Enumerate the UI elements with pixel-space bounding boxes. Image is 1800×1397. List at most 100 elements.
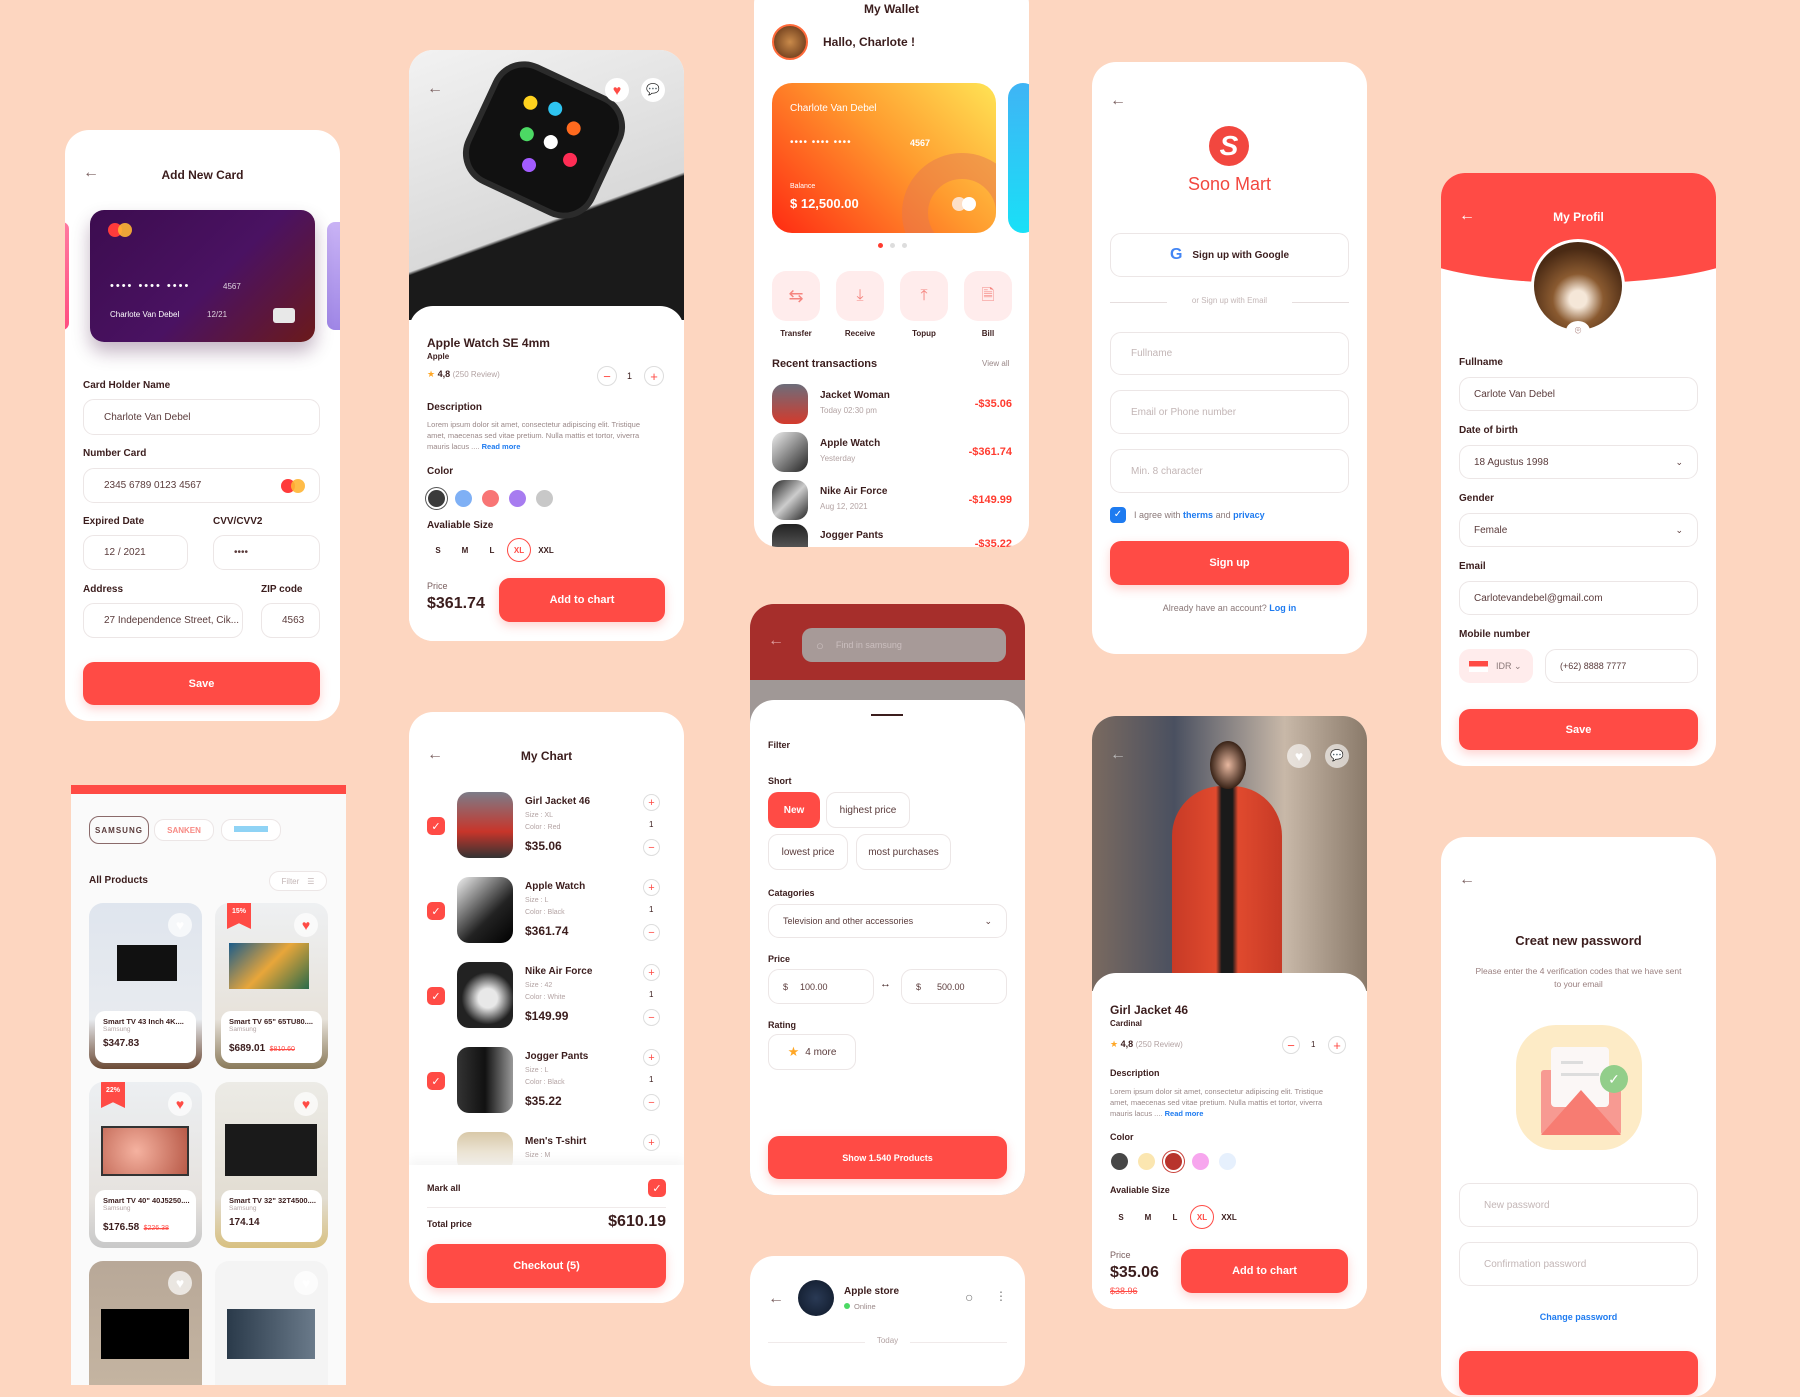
action-transfer[interactable]: ⇆ Transfer	[772, 271, 820, 343]
view-all-link[interactable]: View all	[982, 359, 1009, 368]
privacy-link[interactable]: privacy	[1233, 510, 1265, 520]
zip-input[interactable]: 4563	[261, 603, 320, 638]
login-link[interactable]: Log in	[1269, 603, 1296, 613]
number-input[interactable]: 2345 6789 0123 4567	[83, 468, 320, 503]
decrease-button[interactable]: −	[1282, 1036, 1300, 1054]
checkout-button[interactable]: Checkout (5)	[427, 1244, 666, 1288]
decrease-button[interactable]: −	[643, 1009, 660, 1026]
color-swatch[interactable]	[509, 490, 526, 507]
color-swatch[interactable]	[455, 490, 472, 507]
increase-button[interactable]: +	[644, 366, 664, 386]
item-checkbox[interactable]: ✓	[427, 1072, 445, 1090]
decrease-button[interactable]: −	[643, 924, 660, 941]
increase-button[interactable]: +	[643, 879, 660, 896]
filter-button[interactable]: Filter ☰	[269, 871, 327, 891]
action-bill[interactable]: 🗎 Bill	[964, 271, 1012, 343]
back-arrow-icon[interactable]: ←	[768, 1290, 784, 1308]
heart-outline-icon[interactable]: ♥	[294, 1271, 318, 1295]
color-swatch[interactable]	[428, 490, 445, 507]
mark-all-checkbox[interactable]: ✓	[648, 1179, 666, 1197]
cvv-input[interactable]: ••••	[213, 535, 320, 570]
heart-icon[interactable]: ♥	[168, 1092, 192, 1116]
min-price-input[interactable]: $100.00	[768, 969, 874, 1004]
credit-card[interactable]: •••• •••• •••• 4567 Charlote Van Debel 1…	[90, 210, 315, 342]
transaction-row[interactable]: Nike Air Force Aug 12, 2021 -$149.99	[772, 480, 1012, 520]
show-products-button[interactable]: Show 1.540 Products	[768, 1136, 1007, 1179]
sort-option-selected[interactable]: New	[768, 792, 820, 828]
email-input[interactable]: Carlotevandebel@gmail.com	[1459, 581, 1698, 615]
heart-icon[interactable]: ♥	[1287, 744, 1311, 768]
store-avatar[interactable]	[798, 1280, 834, 1316]
heart-outline-icon[interactable]: ♥	[168, 1271, 192, 1295]
item-checkbox[interactable]: ✓	[427, 902, 445, 920]
transaction-row[interactable]: Apple Watch Yesterday -$361.74	[772, 432, 1012, 472]
transaction-row[interactable]: Jogger Pants -$35.22	[772, 524, 1012, 547]
confirm-password-input[interactable]: Confirmation password	[1459, 1242, 1698, 1286]
size-option[interactable]: L	[480, 538, 504, 562]
size-option[interactable]: L	[1163, 1205, 1187, 1229]
add-to-cart-button[interactable]: Add to chart	[499, 578, 665, 622]
save-button[interactable]: Save	[83, 662, 320, 705]
avatar[interactable]	[772, 24, 808, 60]
product-card[interactable]: ♥	[89, 1261, 202, 1385]
dob-select[interactable]: 18 Agustus 1998 ⌄	[1459, 445, 1698, 479]
back-arrow-icon[interactable]: ←	[1110, 92, 1126, 110]
heart-icon[interactable]: ♥	[294, 913, 318, 937]
search-icon[interactable]: ○	[965, 1289, 973, 1305]
color-swatch-selected[interactable]	[1165, 1153, 1182, 1170]
change-password-link[interactable]: Change password	[1441, 1312, 1716, 1322]
chat-icon[interactable]: 💬	[1325, 744, 1349, 768]
back-arrow-icon[interactable]: ←	[1459, 871, 1475, 889]
increase-button[interactable]: +	[643, 1134, 660, 1151]
new-password-input[interactable]: New password	[1459, 1183, 1698, 1227]
search-input[interactable]: ○ Find in samsung	[802, 628, 1006, 662]
item-checkbox[interactable]: ✓	[427, 817, 445, 835]
agree-checkbox[interactable]: ✓	[1110, 507, 1126, 523]
read-more-link[interactable]: Read more	[1165, 1109, 1204, 1118]
heart-icon[interactable]: ♥	[294, 1092, 318, 1116]
brand-tab-sanken[interactable]: SANKEN	[154, 819, 214, 841]
camera-icon[interactable]: ⌾	[1566, 321, 1590, 341]
sort-option[interactable]: most purchases	[856, 834, 951, 870]
rating-option[interactable]: ★ 4 more	[768, 1034, 856, 1070]
read-more-link[interactable]: Read more	[482, 442, 521, 451]
balance-card[interactable]: Charlote Van Debel •••• •••• •••• 4567 B…	[772, 83, 996, 233]
action-topup[interactable]: ⤒ Topup	[900, 271, 948, 343]
color-swatch[interactable]	[1219, 1153, 1236, 1170]
back-arrow-icon[interactable]: ←	[1110, 746, 1126, 764]
signup-button[interactable]: Sign up	[1110, 541, 1349, 585]
gender-select[interactable]: Female ⌄	[1459, 513, 1698, 547]
product-card[interactable]: ♥ Smart TV 43 Inch 4K.... Samsung $347.83	[89, 903, 202, 1069]
product-card[interactable]: ♥ Smart TV 32" 32T4500.... Samsung 174.14	[215, 1082, 328, 1248]
back-arrow-icon[interactable]: ←	[768, 632, 784, 650]
size-option-selected[interactable]: XL	[1190, 1205, 1214, 1229]
size-option[interactable]: M	[1136, 1205, 1160, 1229]
color-swatch[interactable]	[536, 490, 553, 507]
terms-link[interactable]: therms	[1183, 510, 1213, 520]
profile-avatar[interactable]	[1531, 239, 1625, 333]
sheet-handle[interactable]	[871, 714, 903, 716]
decrease-button[interactable]: −	[643, 839, 660, 856]
increase-button[interactable]: +	[643, 1049, 660, 1066]
heart-outline-icon[interactable]: ♥	[168, 913, 192, 937]
more-vertical-icon[interactable]: ⋮	[995, 1289, 1007, 1303]
mobile-input[interactable]: (+62) 8888 7777	[1545, 649, 1698, 683]
size-option[interactable]: S	[1109, 1205, 1133, 1229]
sort-option[interactable]: highest price	[826, 792, 910, 828]
size-option[interactable]: XXL	[534, 538, 558, 562]
google-signup-button[interactable]: G Sign up with Google	[1110, 233, 1349, 277]
next-card-peek[interactable]	[1008, 83, 1029, 233]
color-swatch[interactable]	[1138, 1153, 1155, 1170]
product-card[interactable]: 22% ♥ Smart TV 40" 40J5250.... Samsung $17…	[89, 1082, 202, 1248]
add-to-cart-button[interactable]: Add to chart	[1181, 1249, 1348, 1293]
color-swatch[interactable]	[1111, 1153, 1128, 1170]
action-receive[interactable]: ⤓ Receive	[836, 271, 884, 343]
back-arrow-icon[interactable]: ←	[427, 80, 443, 98]
fullname-input[interactable]: Carlote Van Debel	[1459, 377, 1698, 411]
country-code-select[interactable]: IDR ⌄	[1459, 649, 1533, 683]
item-checkbox[interactable]: ✓	[427, 987, 445, 1005]
decrease-button[interactable]: −	[597, 366, 617, 386]
increase-button[interactable]: +	[643, 964, 660, 981]
holder-input[interactable]: Charlote Van Debel	[83, 399, 320, 435]
password-input[interactable]: Min. 8 character	[1110, 449, 1349, 493]
